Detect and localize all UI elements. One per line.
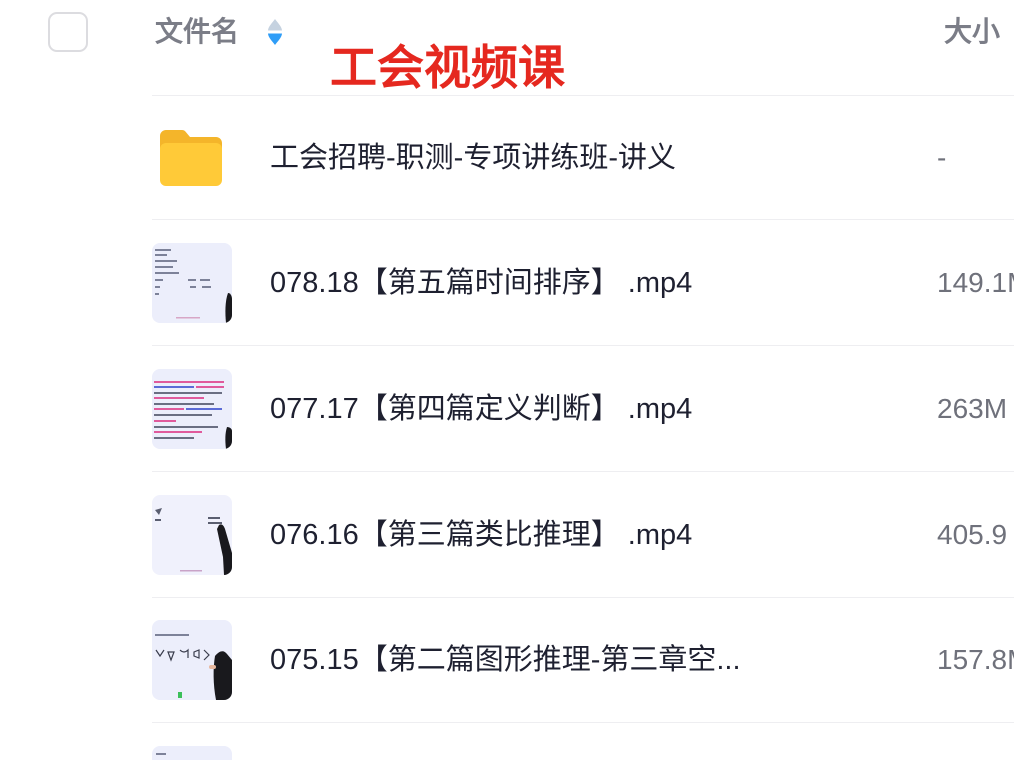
video-thumbnail-icon — [152, 620, 232, 700]
video-thumbnail-image — [152, 368, 232, 449]
file-row[interactable]: 077.17【第四篇定义判断】 .mp4 263M — [0, 346, 1014, 471]
folder-icon — [160, 129, 222, 186]
file-name[interactable]: 078.18【第五篇时间排序】 .mp4 — [270, 262, 930, 304]
video-thumbnail-icon — [152, 494, 232, 575]
thumbnail-header-line — [155, 634, 189, 636]
file-name[interactable]: 工会招聘-职测-专项讲练班-讲义 — [270, 137, 930, 179]
size-column-header[interactable]: 大小 — [944, 14, 1000, 50]
file-row[interactable]: 075.15【第二篇图形推理-第三章空... 157.8M — [0, 598, 1014, 722]
video-thumbnail-icon — [152, 242, 232, 323]
sort-descending-arrow — [268, 33, 282, 45]
video-thumbnail-image — [152, 620, 232, 700]
file-name[interactable]: 077.17【第四篇定义判断】 .mp4 — [270, 388, 930, 430]
file-row[interactable]: 工会招聘-职测-专项讲练班-讲义 - — [0, 96, 1014, 219]
file-row[interactable] — [0, 723, 1014, 760]
select-all-checkbox[interactable] — [48, 12, 88, 52]
file-list-screen: 文件名 大小 工会视频课 工会招聘-职测-专项讲练班-讲义 - 078.18【第… — [0, 0, 1014, 760]
thumbnail-text-line — [156, 753, 166, 755]
sort-icon[interactable] — [266, 18, 284, 46]
sort-arrows-graphic — [268, 19, 282, 45]
sort-ascending-arrow — [268, 19, 282, 31]
folder-graphic — [160, 129, 222, 186]
name-column-header[interactable]: 文件名 — [155, 14, 239, 50]
file-size: 405.9 — [937, 518, 1008, 550]
presenter-figure — [213, 651, 232, 700]
file-size: 157.8M — [937, 644, 1014, 675]
overlay-title: 工会视频课 — [330, 41, 565, 94]
file-row[interactable]: 078.18【第五篇时间排序】 .mp4 149.1M — [0, 220, 1014, 345]
thumbnail-green-mark — [178, 692, 182, 698]
presenter-hand — [209, 665, 216, 669]
video-thumbnail-image — [152, 242, 232, 323]
video-thumbnail-icon — [152, 746, 232, 760]
folder-body — [160, 142, 222, 186]
file-size: 149.1M — [937, 266, 1014, 298]
file-size: - — [937, 141, 947, 173]
file-name[interactable]: 076.16【第三篇类比推理】 .mp4 — [270, 514, 930, 556]
file-row[interactable]: 076.16【第三篇类比推理】 .mp4 405.9 — [0, 472, 1014, 597]
file-size: 263M — [937, 392, 1008, 424]
video-thumbnail-image — [152, 494, 232, 575]
presenter-figure — [225, 426, 232, 449]
video-thumbnail-icon — [152, 368, 232, 449]
file-name[interactable]: 075.15【第二篇图形推理-第三章空... — [270, 639, 930, 681]
